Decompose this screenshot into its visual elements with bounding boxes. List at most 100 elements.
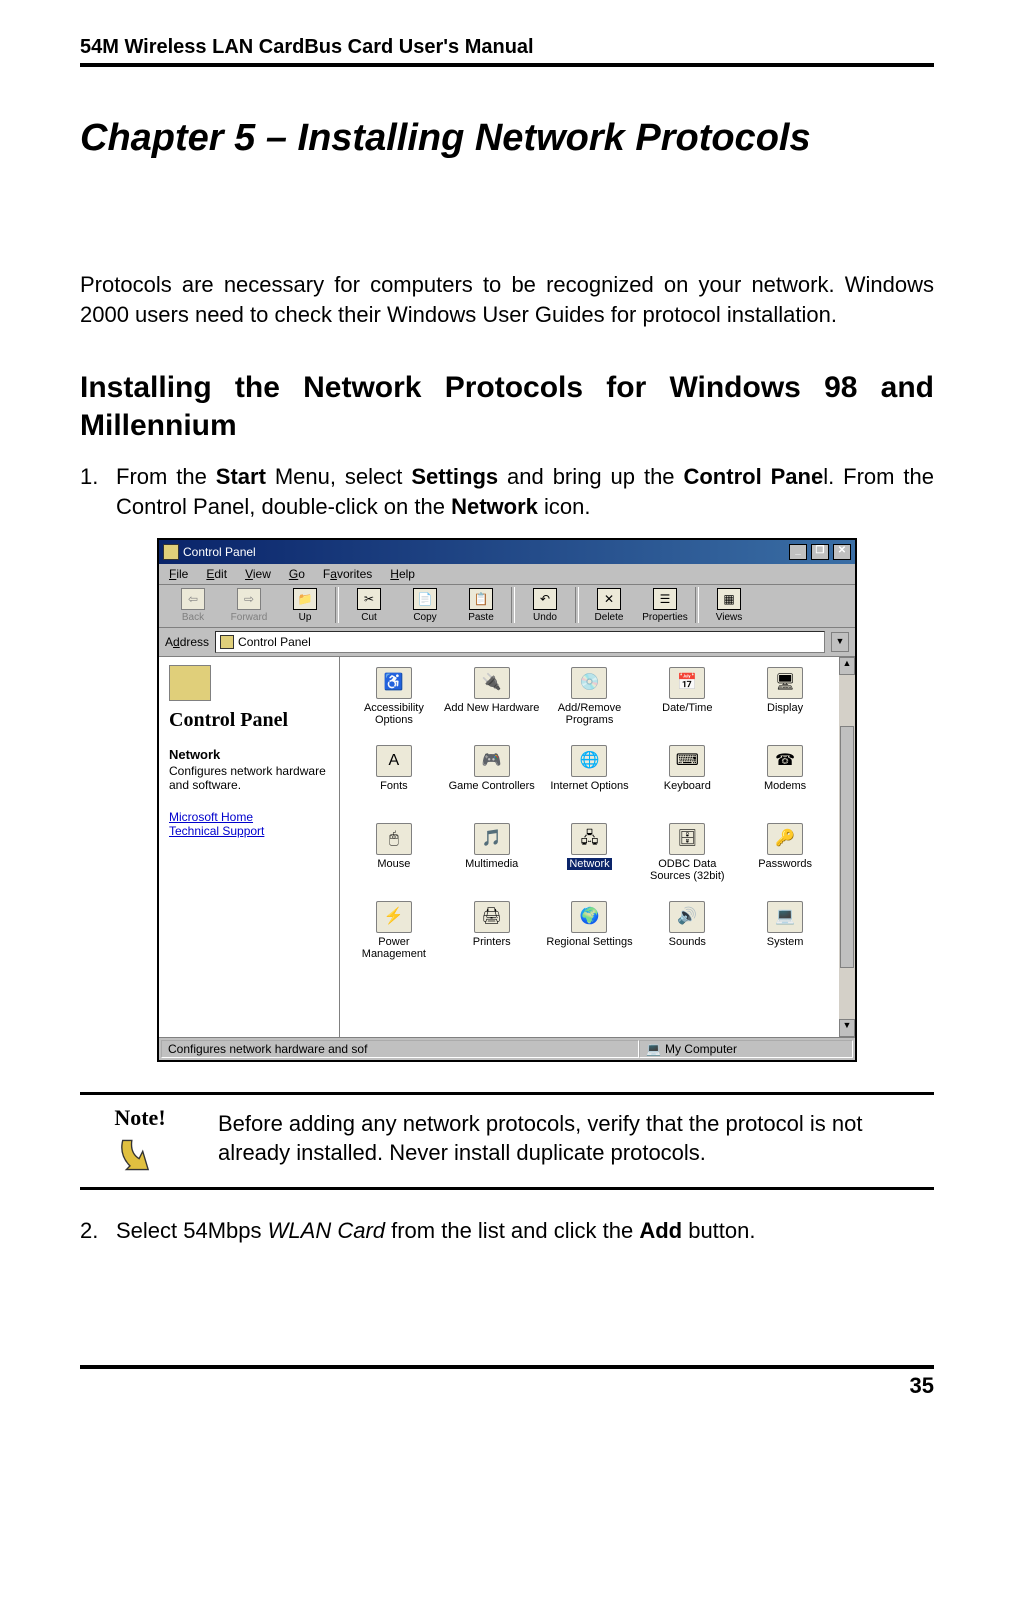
fonts-icon: A	[376, 745, 412, 777]
section-title: Installing the Network Protocols for Win…	[80, 369, 934, 444]
sidebar-description: Configures network hardware and software…	[169, 764, 329, 792]
sidebar-folder-icon	[169, 665, 211, 701]
display-icon: 🖥	[767, 667, 803, 699]
delete-button[interactable]: ✕Delete	[581, 588, 637, 623]
cp-multimedia[interactable]: 🎵Multimedia	[444, 823, 540, 870]
cp-system[interactable]: 💻System	[737, 901, 833, 948]
sidebar-link-support[interactable]: Technical Support	[169, 824, 329, 838]
cp-accessibility-options[interactable]: ♿Accessibility Options	[346, 667, 442, 726]
multimedia-icon: 🎵	[474, 823, 510, 855]
undo-button[interactable]: ↶Undo	[517, 588, 573, 623]
paste-icon: 📋	[469, 588, 493, 610]
step1-cpanel: Control Pane	[683, 464, 823, 489]
status-zone-label: My Computer	[665, 1042, 737, 1056]
sidebar-link-ms-home[interactable]: Microsoft Home	[169, 810, 329, 824]
window-titlebar[interactable]: Control Panel _ ❐ ✕	[159, 540, 855, 564]
scroll-up-button[interactable]: ▲	[839, 657, 855, 675]
cp-sounds[interactable]: 🔊Sounds	[639, 901, 735, 948]
arrow-left-icon: ⇦	[181, 588, 205, 610]
address-bar: Address Control Panel ▼	[159, 628, 855, 657]
sidebar-selected-name: Network	[169, 747, 329, 762]
odbc-icon: 🗄	[669, 823, 705, 855]
cp-network[interactable]: 🖧Network	[542, 823, 638, 870]
cp-odbc[interactable]: 🗄ODBC Data Sources (32bit)	[639, 823, 735, 882]
menubar[interactable]: File Edit View Go Favorites Help	[159, 564, 855, 585]
step1-mid2: and bring up the	[498, 464, 683, 489]
cp-fonts[interactable]: AFonts	[346, 745, 442, 792]
control-panel-window: Control Panel _ ❐ ✕ File Edit View Go Fa…	[157, 538, 857, 1062]
cp-game-controllers[interactable]: 🎮Game Controllers	[444, 745, 540, 792]
menu-view[interactable]: View	[245, 567, 271, 581]
running-header: 54M Wireless LAN CardBus Card User's Man…	[80, 36, 934, 59]
cut-button[interactable]: ✂Cut	[341, 588, 397, 623]
cp-keyboard[interactable]: ⌨Keyboard	[639, 745, 735, 792]
window-icon	[163, 544, 179, 560]
my-computer-icon: 💻	[646, 1042, 661, 1056]
delete-icon: ✕	[597, 588, 621, 610]
address-field[interactable]: Control Panel	[215, 631, 825, 653]
cp-internet-options[interactable]: 🌐Internet Options	[542, 745, 638, 792]
back-button[interactable]: ⇦Back	[165, 588, 221, 623]
step1-post: icon.	[538, 494, 591, 519]
properties-button[interactable]: ☰Properties	[637, 588, 693, 623]
toolbar-separator	[335, 587, 339, 623]
cp-display[interactable]: 🖥Display	[737, 667, 833, 714]
cp-passwords[interactable]: 🔑Passwords	[737, 823, 833, 870]
views-button[interactable]: ▦Views	[701, 588, 757, 623]
chapter-title: Chapter 5 – Installing Network Protocols	[80, 117, 934, 160]
cp-printers[interactable]: 🖨Printers	[444, 901, 540, 948]
cp-mouse[interactable]: 🖱Mouse	[346, 823, 442, 870]
scroll-down-button[interactable]: ▼	[839, 1019, 855, 1037]
vertical-scrollbar[interactable]: ▲ ▼	[839, 657, 855, 1037]
step-number: 2.	[80, 1216, 116, 1246]
cp-add-remove-programs[interactable]: 💿Add/Remove Programs	[542, 667, 638, 726]
scroll-thumb[interactable]	[840, 726, 854, 968]
address-dropdown[interactable]: ▼	[831, 632, 849, 652]
page-number: 35	[80, 1373, 934, 1399]
close-button[interactable]: ✕	[833, 544, 851, 560]
step1-network: Network	[451, 494, 538, 519]
step1-start: Start	[216, 464, 266, 489]
menu-go[interactable]: Go	[289, 567, 305, 581]
hardware-icon: 🔌	[474, 667, 510, 699]
maximize-button[interactable]: ❐	[811, 544, 829, 560]
sounds-icon: 🔊	[669, 901, 705, 933]
sidebar-title: Control Panel	[169, 709, 329, 731]
mouse-icon: 🖱	[376, 823, 412, 855]
cp-modems[interactable]: ☎Modems	[737, 745, 833, 792]
step2-add: Add	[639, 1218, 682, 1243]
menu-help[interactable]: Help	[390, 567, 415, 581]
forward-button[interactable]: ⇨Forward	[221, 588, 277, 623]
address-label: Address	[165, 635, 209, 649]
up-button[interactable]: 📁Up	[277, 588, 333, 623]
note-label: Note!	[80, 1105, 200, 1131]
minimize-button[interactable]: _	[789, 544, 807, 560]
regional-icon: 🌍	[571, 901, 607, 933]
cp-power-management[interactable]: ⚡Power Management	[346, 901, 442, 960]
system-icon: 💻	[767, 901, 803, 933]
window-title: Control Panel	[183, 545, 256, 559]
passwords-icon: 🔑	[767, 823, 803, 855]
printers-icon: 🖨	[474, 901, 510, 933]
keyboard-icon: ⌨	[669, 745, 705, 777]
intro-paragraph: Protocols are necessary for computers to…	[80, 270, 934, 329]
copy-button[interactable]: 📄Copy	[397, 588, 453, 623]
paste-button[interactable]: 📋Paste	[453, 588, 509, 623]
views-icon: ▦	[717, 588, 741, 610]
note-body: Before adding any network protocols, ver…	[218, 1105, 934, 1168]
step1-text: From the	[116, 464, 216, 489]
menu-favorites[interactable]: Favorites	[323, 567, 372, 581]
step2-italic: WLAN Card	[268, 1218, 385, 1243]
note-box: Note! Before adding any network protocol…	[80, 1095, 934, 1187]
step1-mid1: Menu, select	[266, 464, 411, 489]
menu-edit[interactable]: Edit	[206, 567, 227, 581]
menu-file[interactable]: File	[169, 567, 188, 581]
step-1: 1. From the Start Menu, select Settings …	[80, 462, 934, 521]
cp-regional-settings[interactable]: 🌍Regional Settings	[542, 901, 638, 948]
properties-icon: ☰	[653, 588, 677, 610]
accessibility-icon: ♿	[376, 667, 412, 699]
sidebar: Control Panel Network Configures network…	[159, 657, 340, 1037]
toolbar-separator	[695, 587, 699, 623]
cp-add-new-hardware[interactable]: 🔌Add New Hardware	[444, 667, 540, 714]
cp-date-time[interactable]: 📅Date/Time	[639, 667, 735, 714]
